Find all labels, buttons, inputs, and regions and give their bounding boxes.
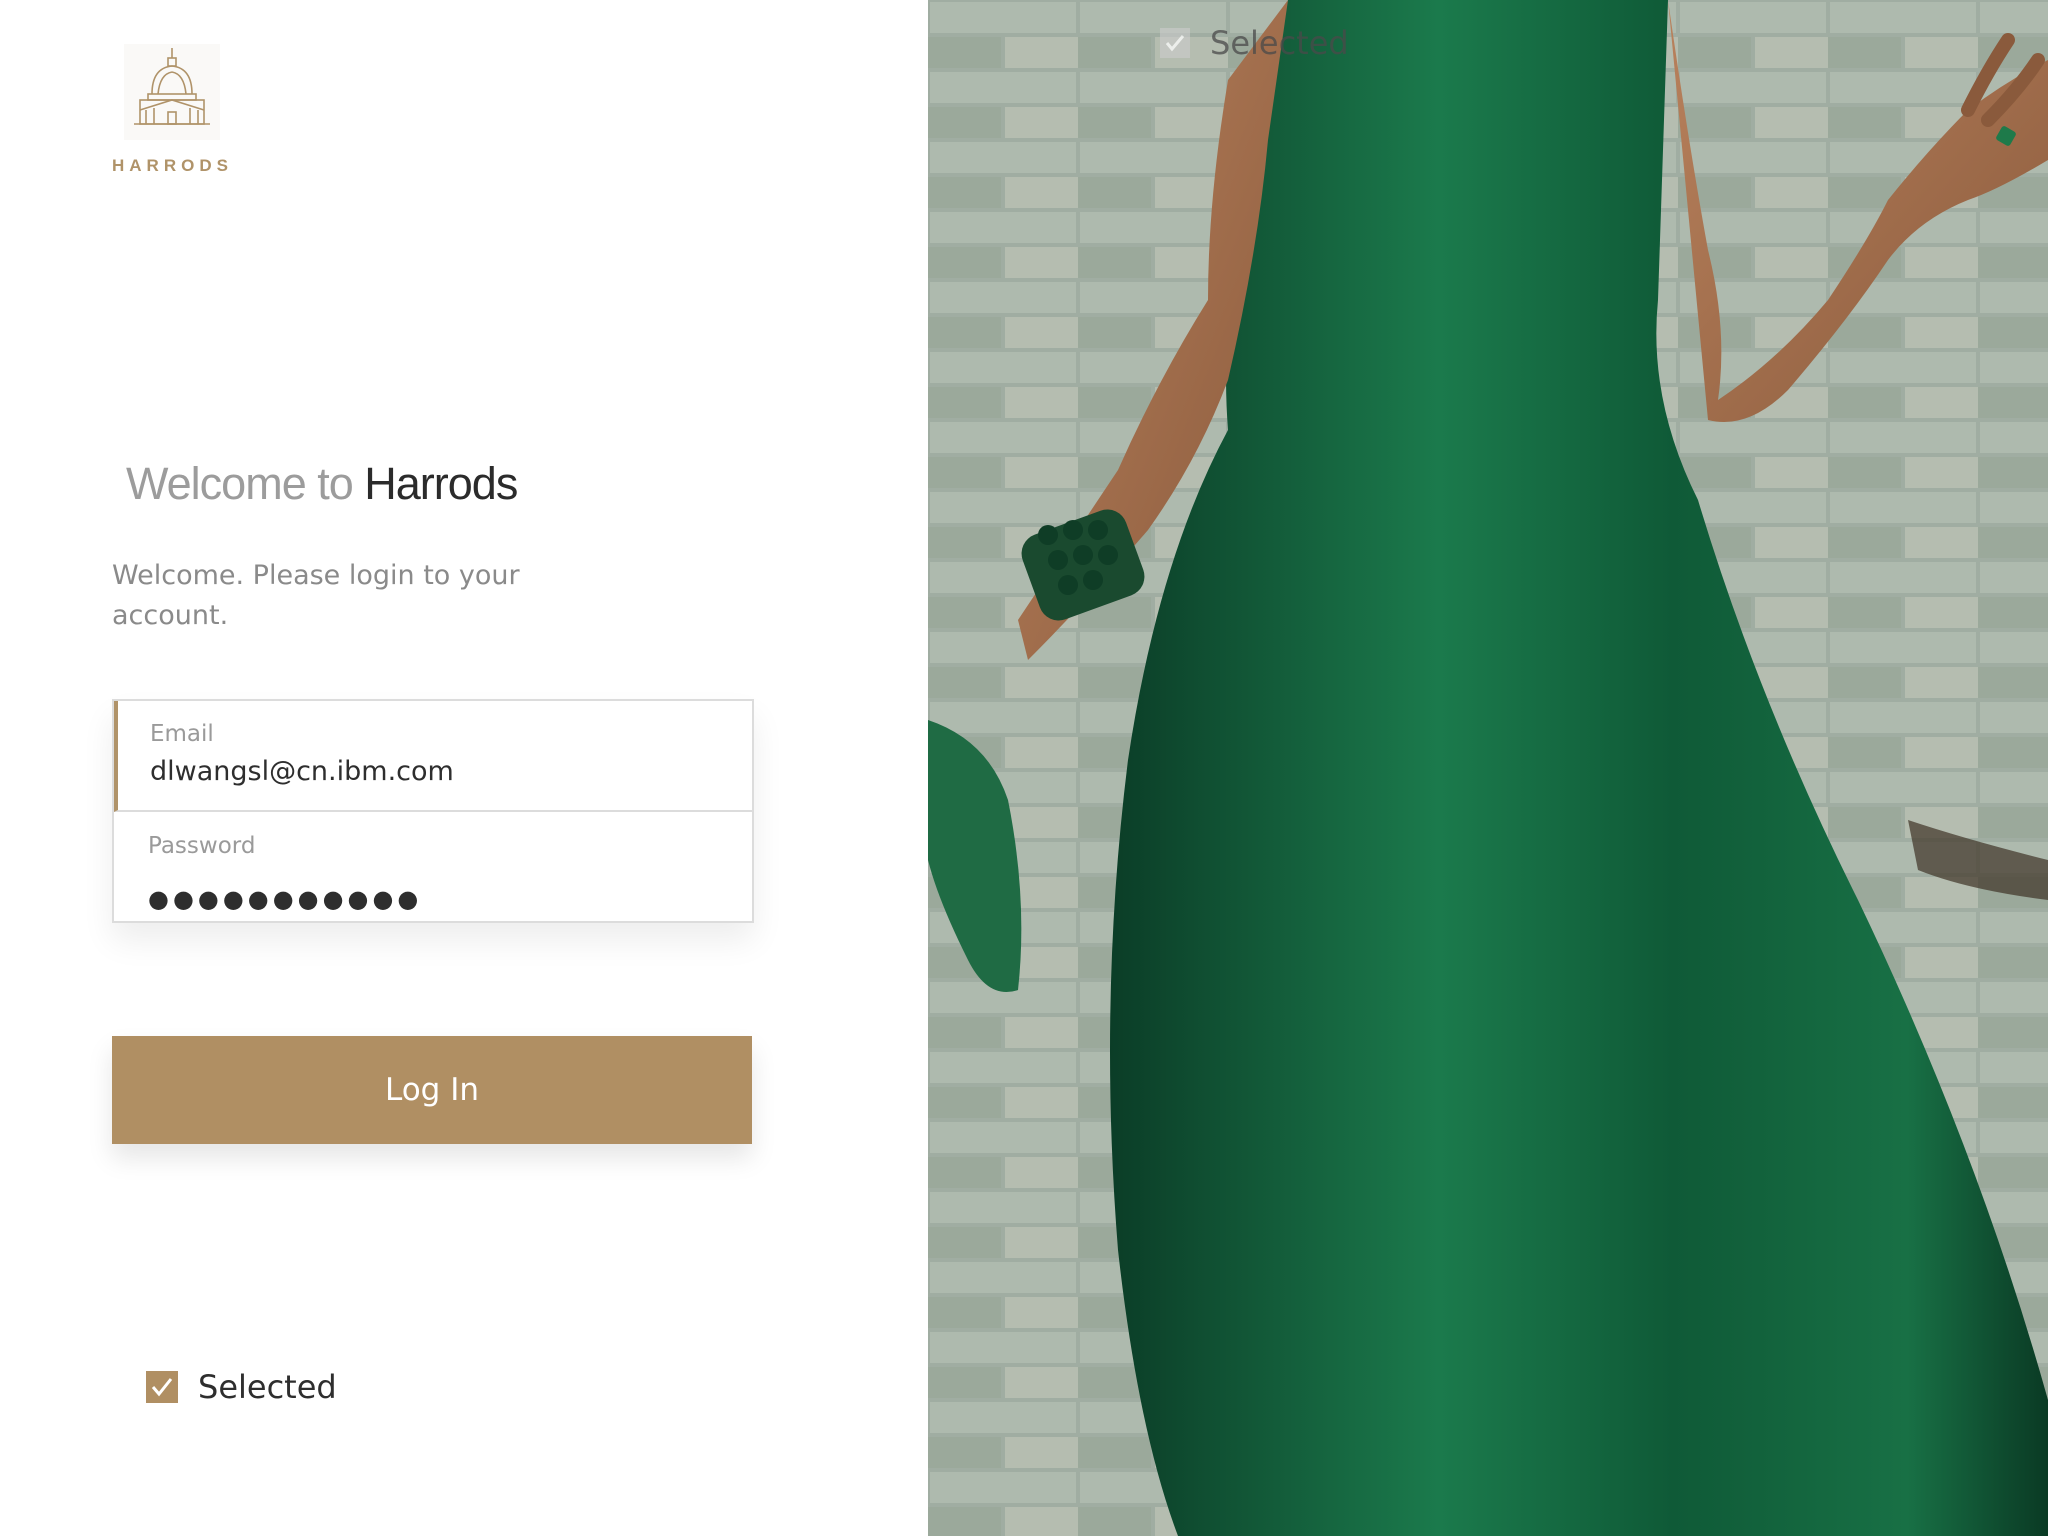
login-form: Email dlwangsl@cn.ibm.com Password ●●●●●…: [112, 699, 754, 923]
email-label: Email: [150, 721, 214, 747]
dome-building-icon: [124, 44, 220, 140]
checkmark-icon: [1165, 35, 1185, 52]
password-label: Password: [148, 833, 256, 859]
login-panel: HARRODS Welcome to Harrods Welcome. Plea…: [0, 0, 928, 1536]
hero-image: [928, 0, 2048, 1536]
checkbox-label: Selected: [198, 1368, 337, 1406]
hero-overlay-label: Selected: [1210, 24, 1349, 62]
welcome-subtitle: Welcome. Please login to your account.: [112, 560, 520, 631]
hero-overlay-checkbox[interactable]: Selected: [1160, 24, 1349, 62]
email-value[interactable]: dlwangsl@cn.ibm.com: [150, 756, 454, 787]
page-title: Welcome to Harrods: [126, 458, 518, 510]
selected-checkbox-row[interactable]: Selected: [146, 1368, 337, 1406]
email-field[interactable]: Email dlwangsl@cn.ibm.com: [114, 701, 752, 812]
logo-wordmark: HARRODS: [112, 156, 233, 175]
checkbox[interactable]: [146, 1371, 178, 1403]
fashion-photo: [928, 0, 2048, 1536]
harrods-logo[interactable]: HARRODS: [112, 44, 232, 176]
login-button[interactable]: Log In: [112, 1036, 752, 1144]
title-prefix: Welcome to: [126, 458, 365, 509]
hero-overlay-box[interactable]: [1160, 28, 1190, 58]
title-brand: Harrods: [364, 458, 518, 509]
password-value[interactable]: ●●●●●●●●●●●: [148, 885, 422, 913]
checkmark-icon: [151, 1378, 173, 1397]
password-field[interactable]: Password ●●●●●●●●●●●: [114, 813, 752, 924]
